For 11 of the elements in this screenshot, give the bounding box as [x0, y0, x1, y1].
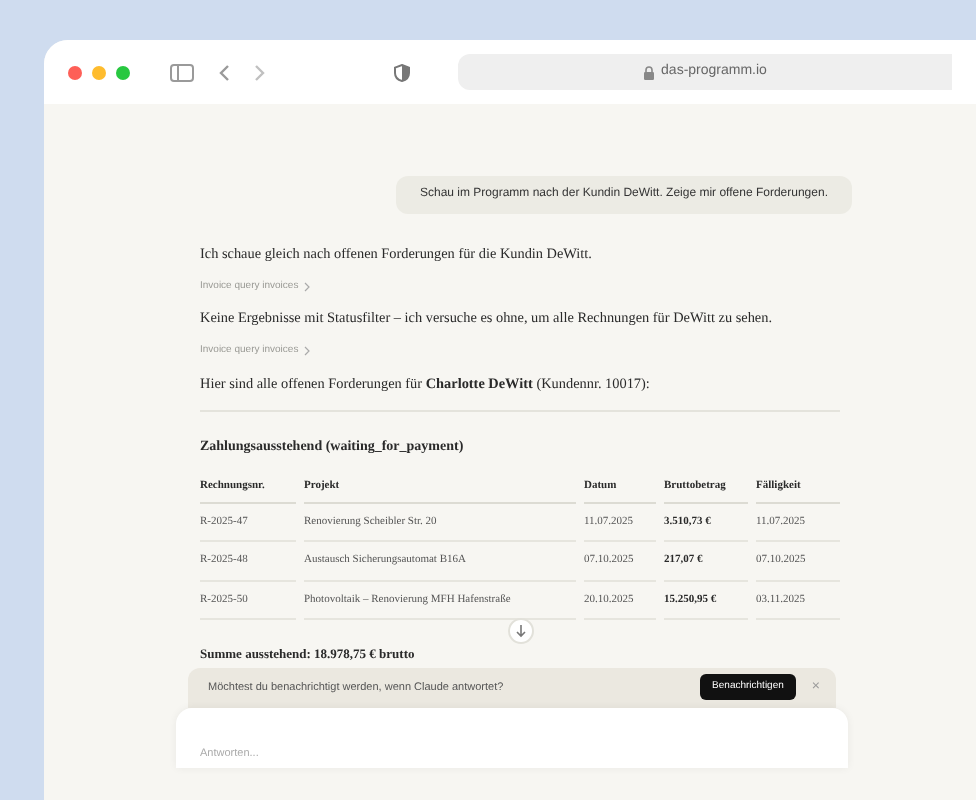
chevron-right-icon	[304, 282, 311, 293]
scroll-down-icon[interactable]	[507, 617, 533, 644]
shield-icon[interactable]	[394, 63, 410, 81]
close-window-icon[interactable]	[68, 65, 82, 79]
forward-icon[interactable]	[254, 63, 266, 81]
lock-icon	[643, 65, 654, 79]
back-icon[interactable]	[218, 63, 230, 81]
maximize-window-icon[interactable]	[116, 65, 130, 79]
minimize-window-icon[interactable]	[92, 65, 106, 79]
chevron-right-icon	[304, 346, 311, 357]
sidebar-icon[interactable]	[170, 63, 194, 81]
